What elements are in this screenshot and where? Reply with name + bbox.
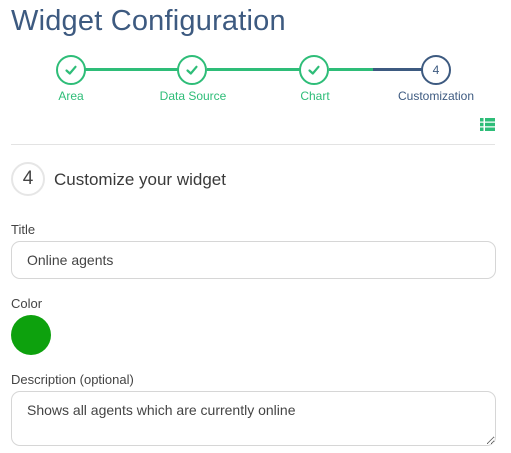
stepper: 4 Area Data Source Chart Customization bbox=[0, 0, 511, 110]
check-icon bbox=[65, 65, 77, 75]
check-icon bbox=[186, 65, 198, 75]
step-label-area: Area bbox=[58, 89, 84, 103]
step-customization[interactable]: 4 bbox=[421, 55, 451, 85]
title-input[interactable] bbox=[11, 241, 496, 279]
step-connector bbox=[329, 68, 373, 71]
check-icon bbox=[308, 65, 320, 75]
step-connector bbox=[207, 68, 301, 71]
color-picker-swatch[interactable] bbox=[11, 315, 51, 355]
step-connector bbox=[85, 68, 179, 71]
step-label-data-source: Data Source bbox=[159, 89, 227, 103]
step-chart[interactable] bbox=[299, 55, 329, 85]
list-view-icon[interactable] bbox=[480, 118, 495, 131]
step-connector bbox=[373, 68, 423, 71]
description-textarea[interactable]: Shows all agents which are currently onl… bbox=[11, 391, 496, 446]
divider bbox=[11, 144, 495, 145]
description-label: Description (optional) bbox=[11, 372, 134, 387]
section-title: Customize your widget bbox=[54, 170, 226, 189]
step-label-chart: Chart bbox=[300, 89, 330, 103]
widget-configuration-page: Widget Configuration 4 Area Data Source … bbox=[0, 0, 511, 453]
section-step-badge: 4 bbox=[11, 162, 45, 196]
step-data-source[interactable] bbox=[177, 55, 207, 85]
step-area[interactable] bbox=[56, 55, 86, 85]
color-label: Color bbox=[11, 296, 43, 311]
step-label-customization: Customization bbox=[397, 89, 475, 103]
title-label: Title bbox=[11, 222, 36, 237]
step-number: 4 bbox=[432, 63, 440, 77]
